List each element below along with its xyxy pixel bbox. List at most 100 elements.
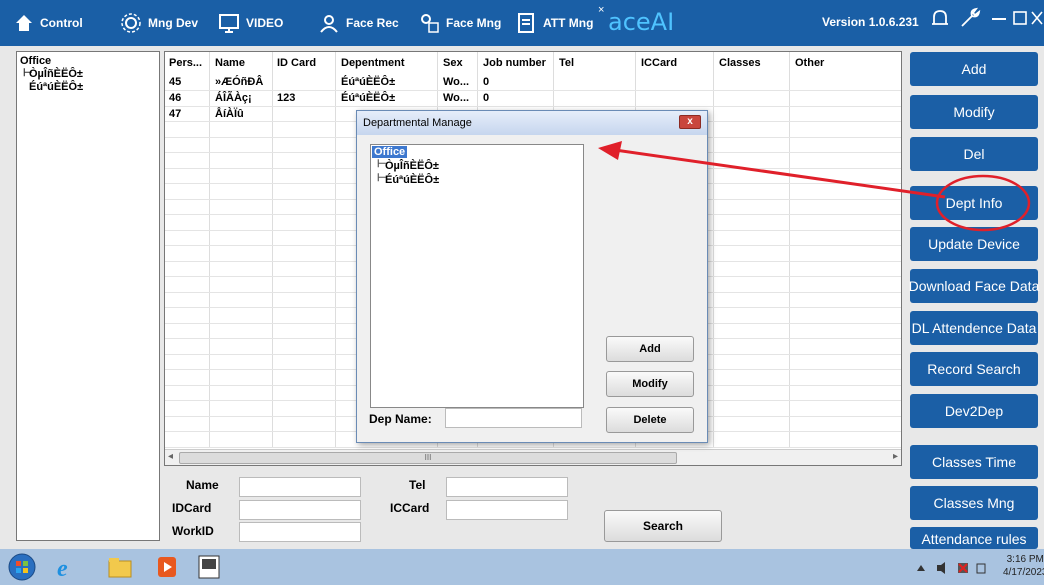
face-scan-icon <box>320 15 338 33</box>
cell-job-number: 0 <box>483 92 490 104</box>
departmental-manage-dialog: Departmental Manage x Office ⊢ ÒµÎñÈËÔ± … <box>356 110 708 443</box>
update-device-button[interactable]: Update Device <box>910 227 1038 261</box>
col-department[interactable]: Depentment <box>341 57 405 69</box>
cell-pers: 45 <box>169 76 182 88</box>
tree-node-2[interactable]: ÉúªúÈËÔ± <box>29 81 83 93</box>
internet-explorer-icon[interactable]: e <box>52 553 80 581</box>
control-button[interactable]: Control <box>14 8 83 38</box>
dept-info-button[interactable]: Dept Info <box>910 186 1038 220</box>
scroll-left-icon[interactable]: ◂ <box>168 451 173 462</box>
search-button[interactable]: Search <box>604 510 722 542</box>
tab-close-icon[interactable]: × <box>598 4 604 16</box>
cell-pers: 47 <box>169 108 182 120</box>
cell-sex: Wo... <box>443 76 470 88</box>
table-row[interactable]: 45 »ÆÓñÐÂ ÉúªúÈËÔ± Wo... 0 <box>165 76 901 91</box>
col-id-card[interactable]: ID Card <box>277 57 316 69</box>
mng-dev-label: Mng Dev <box>148 16 199 30</box>
cell-department: ÉúªúÈËÔ± <box>341 76 396 88</box>
department-tree[interactable]: Office ⊢ ÒµÎñÈËÔ± ÉúªúÈËÔ± <box>16 51 160 541</box>
workid-label: WorkID <box>172 524 214 538</box>
tel-input[interactable] <box>446 477 568 497</box>
row-gridline <box>165 446 901 448</box>
idcard-label: IDCard <box>172 501 212 515</box>
row-gridline <box>165 105 901 107</box>
scroll-right-icon[interactable]: ▸ <box>893 451 898 462</box>
video-label: VIDEO <box>246 16 284 30</box>
cell-name: »ÆÓñÐÂ <box>215 76 264 88</box>
start-orb-icon[interactable] <box>8 553 36 581</box>
dl-attendence-data-button[interactable]: DL Attendence Data <box>910 311 1038 345</box>
att-mng-button[interactable]: ATT Mng <box>515 8 593 38</box>
alarm-icon[interactable] <box>928 6 952 30</box>
cell-id-card: 123 <box>277 92 296 104</box>
workid-input[interactable] <box>239 522 361 542</box>
control-label: Control <box>40 16 83 30</box>
minimize-icon[interactable] <box>990 6 1008 30</box>
cell-department: ÉúªúÈËÔ± <box>341 92 396 104</box>
dep-name-input[interactable] <box>445 408 582 428</box>
record-search-button[interactable]: Record Search <box>910 352 1038 386</box>
col-sex[interactable]: Sex <box>443 57 463 69</box>
taskbar: e <box>0 549 1044 585</box>
video-button[interactable]: VIDEO <box>218 8 283 38</box>
att-mng-label: ATT Mng <box>543 16 594 30</box>
system-tray-icons[interactable] <box>915 561 995 575</box>
scroll-thumb[interactable]: III <box>179 452 677 464</box>
row-gridline <box>165 90 901 91</box>
cell-sex: Wo... <box>443 92 470 104</box>
dialog-tree-node-1[interactable]: ÒµÎñÈËÔ± <box>385 160 439 172</box>
dialog-add-button[interactable]: Add <box>606 336 694 362</box>
iccard-input[interactable] <box>446 500 568 520</box>
col-iccard[interactable]: ICCard <box>641 57 677 69</box>
clock-time: 3:16 PM <box>1006 554 1044 565</box>
col-classes[interactable]: Classes <box>719 57 761 69</box>
classes-time-button[interactable]: Classes Time <box>910 445 1038 479</box>
monitor-icon <box>219 14 239 33</box>
col-job-number[interactable]: Job number <box>483 57 546 69</box>
face-mng-button[interactable]: Face Mng <box>418 8 501 38</box>
wrench-icon[interactable] <box>958 6 982 30</box>
name-label: Name <box>186 478 219 492</box>
classes-mng-button[interactable]: Classes Mng <box>910 486 1038 520</box>
dialog-modify-button[interactable]: Modify <box>606 371 694 397</box>
cell-name: ÁÎÃÀç¡ <box>215 92 252 104</box>
dialog-delete-button[interactable]: Delete <box>606 407 694 433</box>
col-tel[interactable]: Tel <box>559 57 574 69</box>
download-face-data-button[interactable]: Download Face Data <box>909 269 1039 303</box>
media-player-icon[interactable] <box>153 553 181 581</box>
cell-name: ÅíÀÏû <box>215 108 244 120</box>
add-button[interactable]: Add <box>910 52 1038 86</box>
dialog-close-button[interactable]: x <box>679 115 701 129</box>
del-button[interactable]: Del <box>910 137 1038 171</box>
col-pers[interactable]: Pers... <box>169 57 202 69</box>
dep-name-label: Dep Name: <box>369 412 432 426</box>
dialog-title: Departmental Manage <box>363 117 472 129</box>
col-name[interactable]: Name <box>215 57 245 69</box>
device-settings-icon <box>121 13 141 33</box>
folder-icon[interactable] <box>106 553 134 581</box>
brand-logo: aceAI <box>608 8 675 36</box>
tree-root-office[interactable]: Office <box>20 55 51 67</box>
dialog-titlebar: Departmental Manage x <box>357 111 707 135</box>
attendance-rules-button[interactable]: Attendance rules <box>910 527 1038 549</box>
maximize-icon[interactable] <box>1012 6 1028 30</box>
svg-text:e: e <box>57 556 68 581</box>
mng-dev-button[interactable]: Mng Dev <box>120 8 198 38</box>
dialog-tree-node-2[interactable]: ÉúªúÈËÔ± <box>385 174 439 186</box>
dev2dep-button[interactable]: Dev2Dep <box>910 394 1038 428</box>
face-app-icon[interactable] <box>195 553 223 581</box>
name-input[interactable] <box>239 477 361 497</box>
close-icon[interactable] <box>1030 6 1044 30</box>
top-toolbar: Control Mng Dev VIDEO Face Rec Face Mng … <box>0 0 1044 46</box>
dialog-department-tree[interactable]: Office ⊢ ÒµÎñÈËÔ± ⊢ ÉúªúÈËÔ± <box>370 144 584 408</box>
horizontal-scrollbar[interactable]: ◂ III ▸ <box>165 449 901 465</box>
table-header: Pers... Name ID Card Depentment Sex Job … <box>165 57 901 73</box>
idcard-input[interactable] <box>239 500 361 520</box>
modify-button[interactable]: Modify <box>910 95 1038 129</box>
col-other[interactable]: Other <box>795 57 824 69</box>
user-list-icon <box>421 14 439 33</box>
face-rec-button[interactable]: Face Rec <box>318 8 399 38</box>
cell-pers: 46 <box>169 92 182 104</box>
clock-date: 4/17/2023 <box>1003 567 1044 578</box>
tree-node-1[interactable]: ÒµÎñÈËÔ± <box>29 68 83 80</box>
